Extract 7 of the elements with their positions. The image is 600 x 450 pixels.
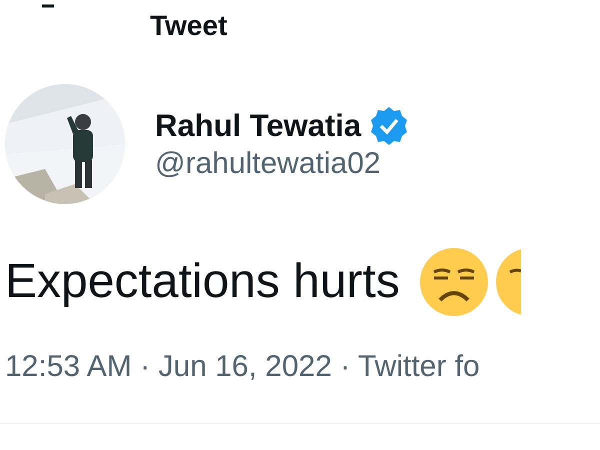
unamused-face-icon [420, 248, 488, 316]
tweet-text: Expectations hurts [5, 254, 400, 310]
emoji-icon [496, 248, 521, 316]
author-name[interactable]: Rahul Tewatia [155, 107, 362, 145]
page-title: Tweet [150, 12, 228, 40]
author-handle[interactable]: @rahultewatia02 [155, 146, 410, 182]
tweet-timestamp: 12:53 AM · Jun 16, 2022 · Twitter fo [5, 350, 480, 383]
